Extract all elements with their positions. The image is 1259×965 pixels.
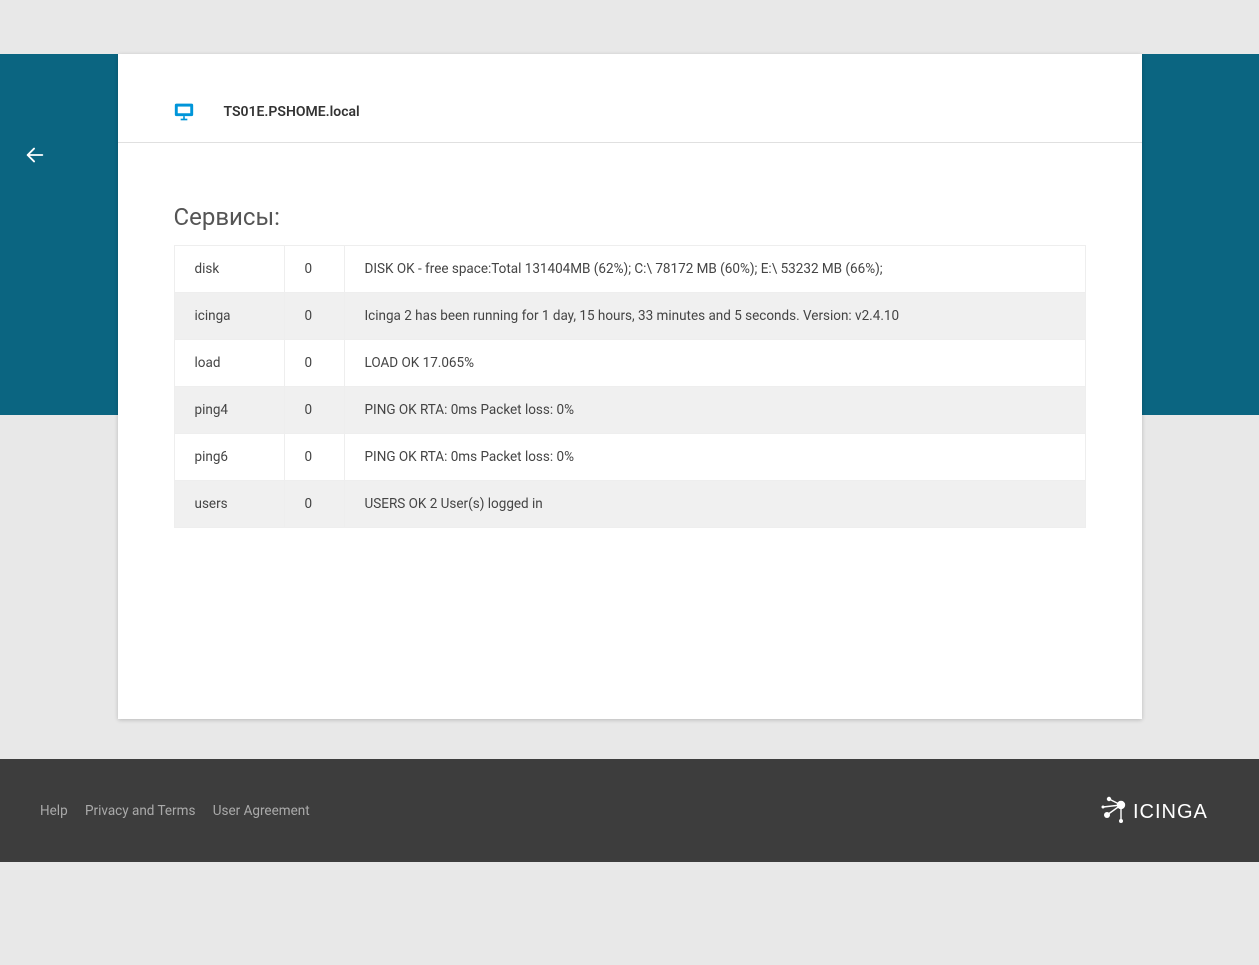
host-name: TS01E.PSHOME.local	[224, 104, 360, 120]
service-count: 0	[284, 293, 344, 340]
services-table: disk0DISK OK - free space:Total 131404MB…	[174, 245, 1086, 528]
service-count: 0	[284, 340, 344, 387]
service-name: ping6	[174, 434, 284, 481]
footer: Help Privacy and Terms User Agreement IC…	[0, 759, 1259, 862]
footer-link-help[interactable]: Help	[40, 803, 68, 819]
service-count: 0	[284, 481, 344, 528]
service-row[interactable]: users0USERS OK 2 User(s) logged in	[174, 481, 1085, 528]
section-title: Сервисы:	[118, 203, 1142, 245]
service-name: icinga	[174, 293, 284, 340]
service-output: PING OK RTA: 0ms Packet loss: 0%	[344, 387, 1085, 434]
service-row[interactable]: load0LOAD OK 17.065%	[174, 340, 1085, 387]
brand-logo: ICINGA	[1099, 791, 1219, 831]
service-row[interactable]: ping60PING OK RTA: 0ms Packet loss: 0%	[174, 434, 1085, 481]
svg-text:ICINGA: ICINGA	[1133, 801, 1208, 823]
service-row[interactable]: disk0DISK OK - free space:Total 131404MB…	[174, 246, 1085, 293]
service-output: PING OK RTA: 0ms Packet loss: 0%	[344, 434, 1085, 481]
footer-links: Help Privacy and Terms User Agreement	[40, 803, 324, 819]
host-header: TS01E.PSHOME.local	[118, 54, 1142, 143]
back-button[interactable]	[24, 144, 48, 168]
service-output: Icinga 2 has been running for 1 day, 15 …	[344, 293, 1085, 340]
service-output: DISK OK - free space:Total 131404MB (62%…	[344, 246, 1085, 293]
service-output: LOAD OK 17.065%	[344, 340, 1085, 387]
service-output: USERS OK 2 User(s) logged in	[344, 481, 1085, 528]
service-count: 0	[284, 387, 344, 434]
service-count: 0	[284, 246, 344, 293]
monitor-icon	[174, 102, 194, 122]
service-row[interactable]: icinga0Icinga 2 has been running for 1 d…	[174, 293, 1085, 340]
arrow-left-icon	[24, 144, 46, 166]
footer-link-privacy[interactable]: Privacy and Terms	[85, 803, 195, 819]
service-name: ping4	[174, 387, 284, 434]
service-name: users	[174, 481, 284, 528]
footer-link-agreement[interactable]: User Agreement	[213, 803, 310, 819]
main-card: TS01E.PSHOME.local Сервисы: disk0DISK OK…	[118, 54, 1142, 719]
service-name: load	[174, 340, 284, 387]
service-name: disk	[174, 246, 284, 293]
service-count: 0	[284, 434, 344, 481]
service-row[interactable]: ping40PING OK RTA: 0ms Packet loss: 0%	[174, 387, 1085, 434]
